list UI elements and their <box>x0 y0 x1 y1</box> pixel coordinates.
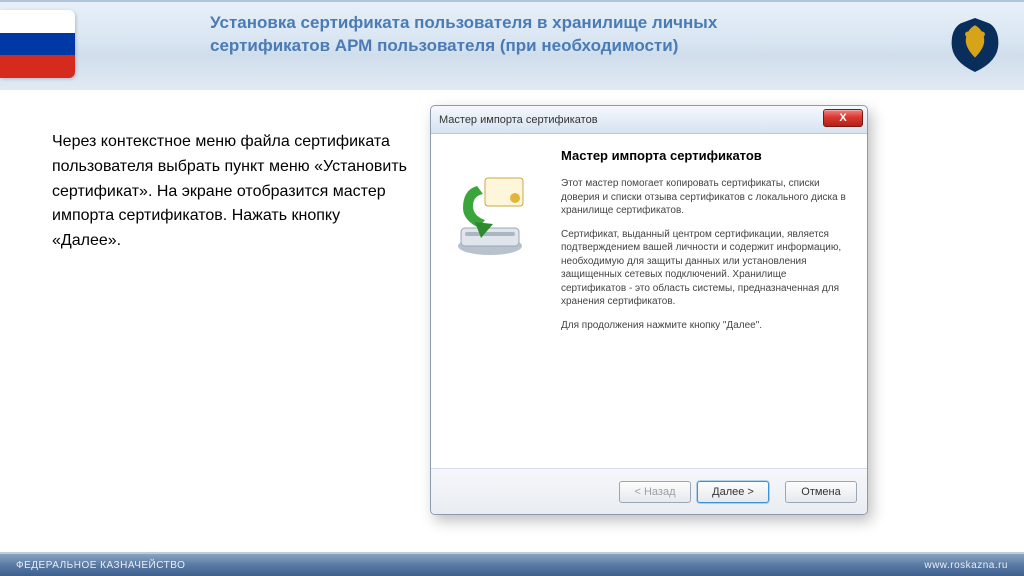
eagle-emblem-icon <box>948 16 1002 74</box>
next-button[interactable]: Далее > <box>697 481 769 503</box>
wizard-paragraph-1: Этот мастер помогает копировать сертифик… <box>561 177 849 218</box>
back-button[interactable]: < Назад <box>619 481 691 503</box>
cancel-button[interactable]: Отмена <box>785 481 857 503</box>
footer-org: ФЕДЕРАЛЬНОЕ КАЗНАЧЕЙСТВО <box>16 560 185 571</box>
wizard-icon-column <box>445 148 545 468</box>
wizard-paragraph-2: Сертификат, выданный центром сертификаци… <box>561 228 849 309</box>
wizard-heading: Мастер импорта сертификатов <box>561 148 849 163</box>
slide-banner: Установка сертификата пользователя в хра… <box>0 0 1024 90</box>
wizard-text-column: Мастер импорта сертификатов Этот мастер … <box>561 148 849 468</box>
wizard-body: Мастер импорта сертификатов Этот мастер … <box>431 134 867 468</box>
close-icon: X <box>839 112 846 124</box>
close-button[interactable]: X <box>823 109 863 127</box>
certificate-import-icon <box>445 172 535 262</box>
slide-title: Установка сертификата пользователя в хра… <box>210 12 770 58</box>
wizard-paragraph-3: Для продолжения нажмите кнопку "Далее". <box>561 319 849 333</box>
slide-content: Через контекстное меню файла сертификата… <box>0 90 1024 552</box>
slide-footer: ФЕДЕРАЛЬНОЕ КАЗНАЧЕЙСТВО www.roskazna.ru <box>0 552 1024 576</box>
instruction-text: Через контекстное меню файла сертификата… <box>52 130 407 254</box>
window-titlebar: Мастер импорта сертификатов X <box>431 106 867 134</box>
window-title: Мастер импорта сертификатов <box>439 114 598 126</box>
footer-url: www.roskazna.ru <box>924 560 1008 571</box>
russian-flag-icon <box>0 10 75 78</box>
wizard-footer: < Назад Далее > Отмена <box>431 468 867 514</box>
wizard-window: Мастер импорта сертификатов X Мастер имп… <box>430 105 868 515</box>
